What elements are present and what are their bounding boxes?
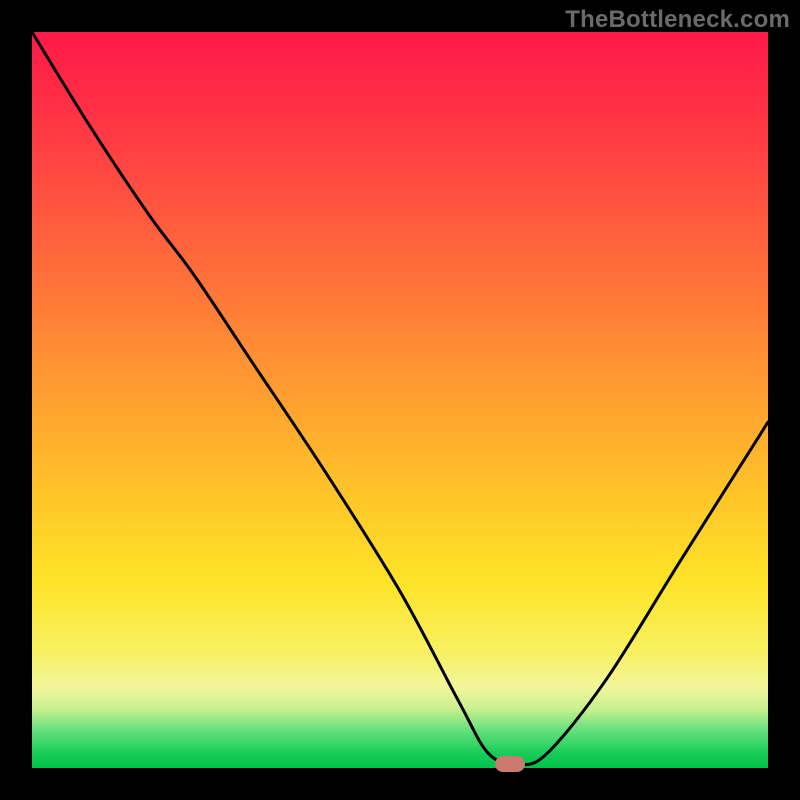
bottleneck-curve bbox=[32, 32, 768, 768]
watermark-text: TheBottleneck.com bbox=[565, 6, 790, 34]
chart-container: TheBottleneck.com bbox=[0, 0, 800, 800]
optimal-point-marker bbox=[495, 756, 525, 772]
plot-area bbox=[32, 32, 768, 768]
